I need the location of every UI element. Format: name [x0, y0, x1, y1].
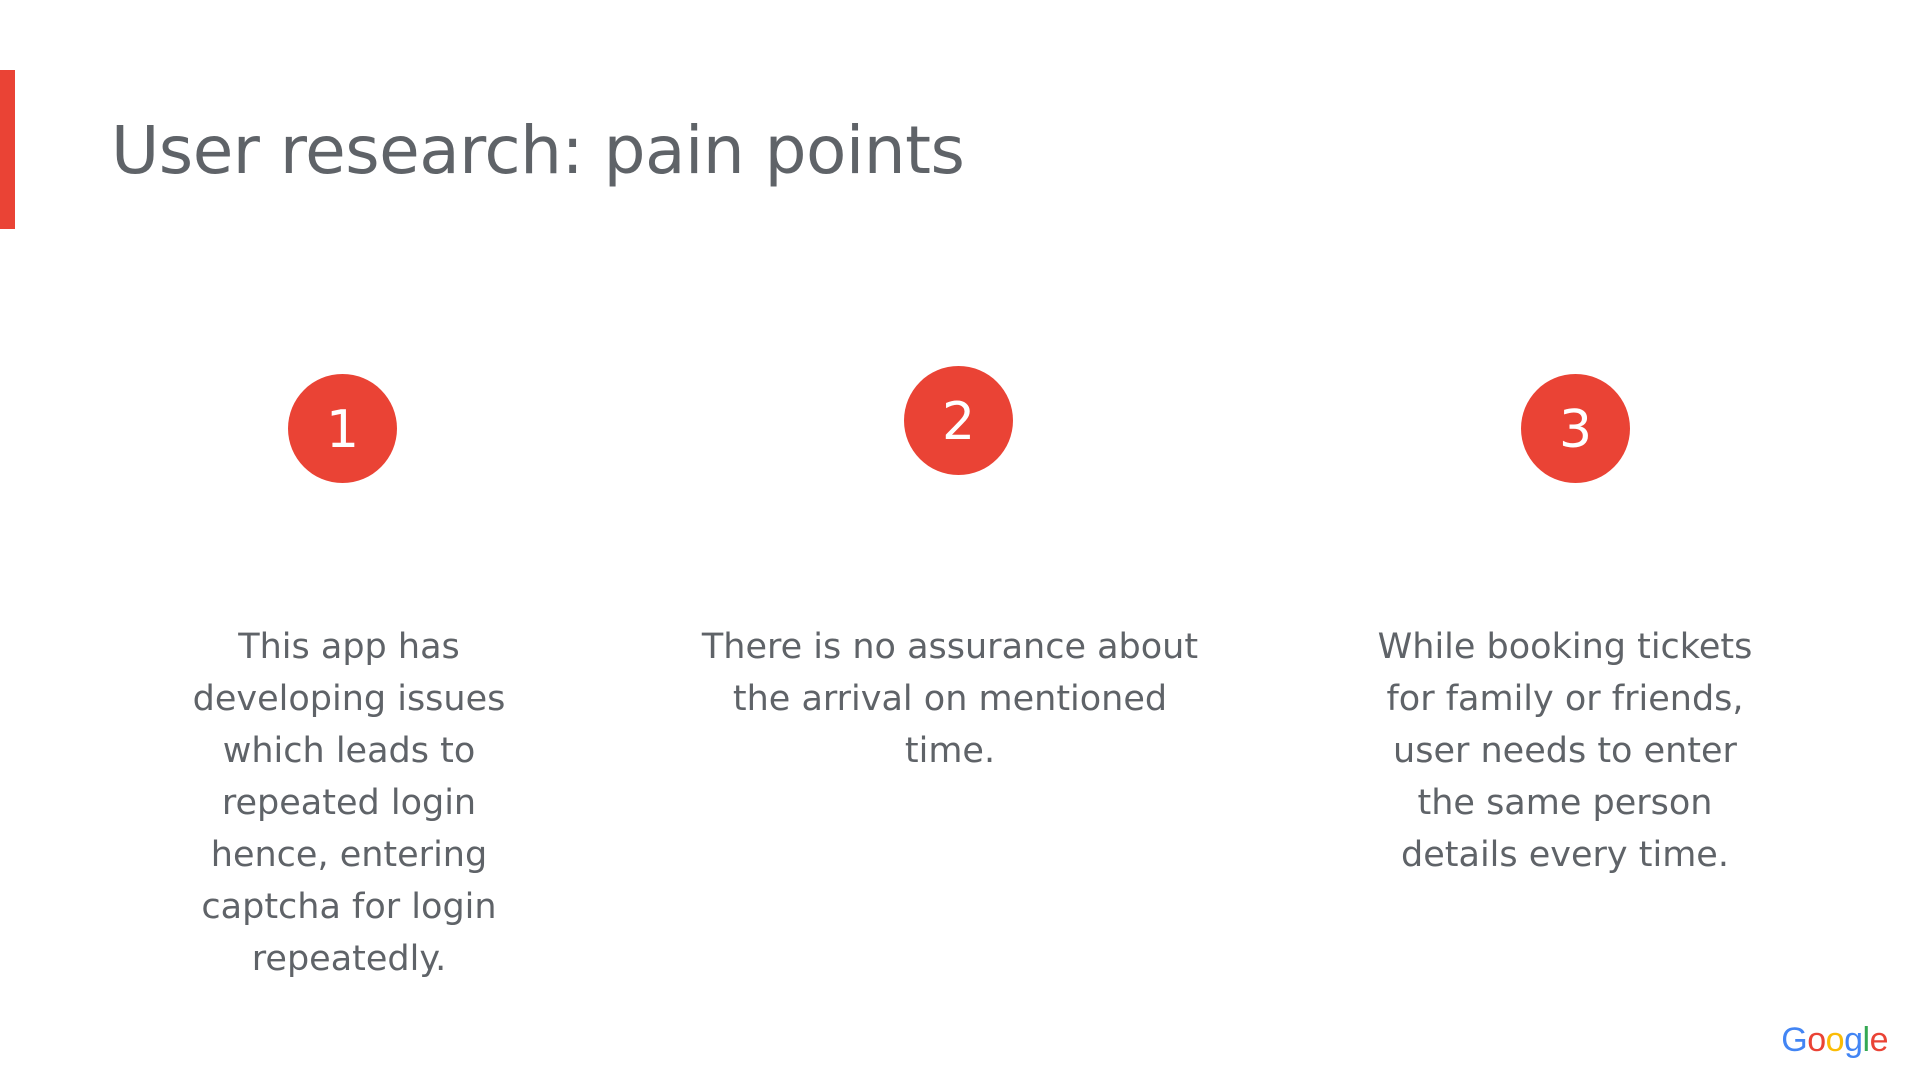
google-logo: Google [1781, 1021, 1888, 1059]
pain-point-2-number-badge: 2 [904, 366, 1013, 475]
pain-point-3-number-badge: 3 [1521, 374, 1630, 483]
pain-point-2-text: There is no assurance about the arrival … [701, 627, 1199, 771]
pain-point-2-number: 2 [941, 391, 976, 452]
accent-bar [0, 70, 15, 229]
pain-point-1-text: This app has developing issues which lea… [192, 627, 506, 979]
pain-point-3-number: 3 [1558, 399, 1593, 460]
pain-point-1-number: 1 [325, 399, 360, 460]
pain-point-3-text: While booking tickets for family or frie… [1377, 627, 1753, 875]
pain-point-1-number-badge: 1 [288, 374, 397, 483]
page-title: User research: pain points [111, 112, 965, 189]
